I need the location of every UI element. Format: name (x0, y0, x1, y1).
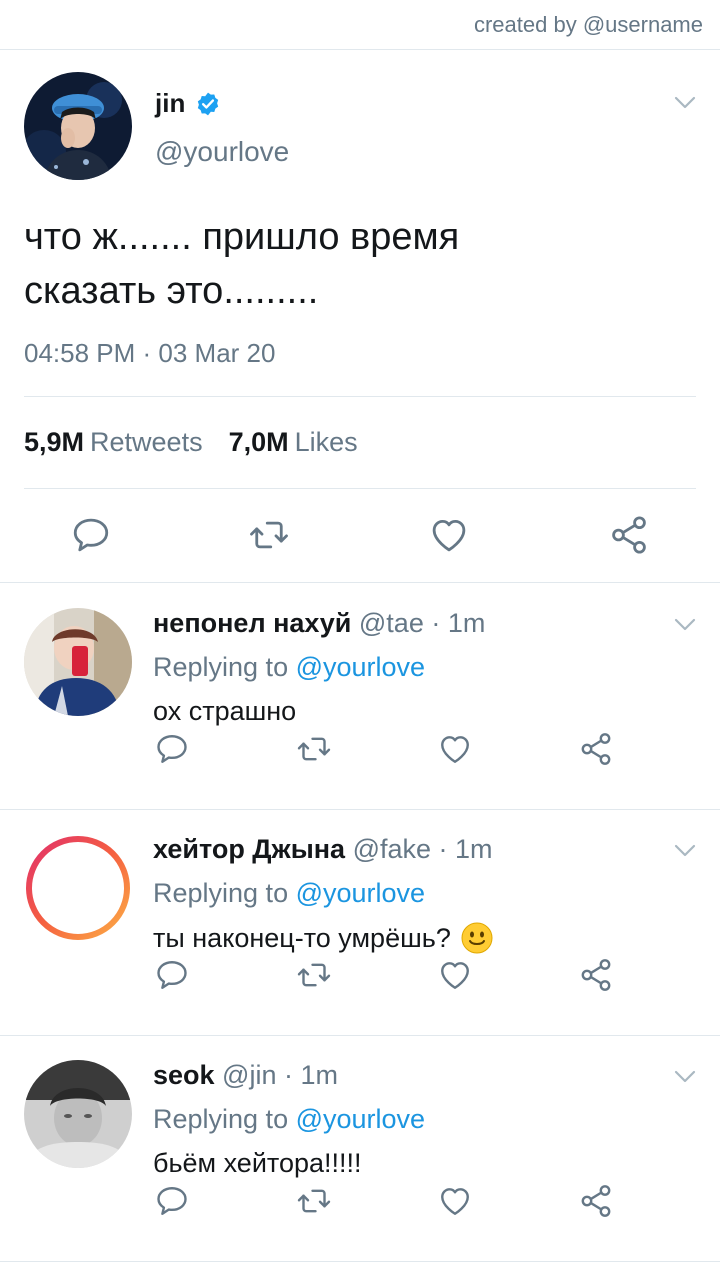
reply-tweet[interactable]: хейтор Джына @fake · 1m Replying to @you… (0, 810, 720, 1036)
tweet-actions (0, 512, 720, 562)
verified-badge-icon (198, 92, 219, 115)
reply-header: seok @jin · 1m (153, 1060, 338, 1091)
heart-icon[interactable] (437, 957, 473, 993)
divider (24, 488, 696, 489)
avatar[interactable] (24, 72, 132, 180)
replying-prefix: Replying to (153, 652, 296, 682)
reply-meta: @jin · 1m (214, 1060, 338, 1090)
reply-icon[interactable] (154, 957, 190, 993)
retweet-icon[interactable] (296, 1183, 332, 1219)
heart-icon[interactable] (437, 1183, 473, 1219)
top-bar: created by @username (0, 0, 720, 50)
reply-author-name[interactable]: непонел нахуй (153, 608, 351, 638)
tweet-timestamp[interactable]: 04:58 PM · 03 Mar 20 (24, 338, 275, 369)
avatar[interactable] (24, 1060, 132, 1168)
reply-meta: @fake · 1m (345, 834, 493, 864)
author-handle[interactable]: @yourlove (155, 136, 289, 168)
likes-count: 7,0M (228, 427, 289, 457)
tweet-text: что ж....... пришло время сказать это...… (24, 210, 684, 318)
retweets-label: Retweets (90, 427, 203, 457)
retweet-icon[interactable] (248, 514, 290, 556)
likes-label: Likes (294, 427, 358, 457)
mention-link[interactable]: @yourlove (296, 1104, 425, 1134)
smiley-emoji-icon (461, 922, 493, 954)
mention-link[interactable]: @yourlove (296, 652, 425, 682)
author-name[interactable]: jin (155, 88, 185, 119)
reply-icon[interactable] (154, 1183, 190, 1219)
reply-text: ох страшно (153, 696, 297, 726)
divider (24, 396, 696, 397)
share-icon[interactable] (578, 1183, 614, 1219)
avatar[interactable] (24, 834, 132, 942)
retweet-icon[interactable] (296, 957, 332, 993)
chevron-down-icon[interactable] (674, 96, 696, 110)
replying-prefix: Replying to (153, 878, 296, 908)
heart-icon[interactable] (428, 514, 470, 556)
reply-meta: @tae · 1m (351, 608, 486, 638)
share-icon[interactable] (578, 731, 614, 767)
reply-author-name[interactable]: seok (153, 1060, 215, 1090)
tweet-text-line: сказать это......... (24, 270, 319, 312)
reply-actions (0, 729, 720, 769)
replying-to: Replying to @yourlove (153, 652, 425, 683)
reply-text-row: ты наконец-то умрёшь? (153, 922, 493, 954)
reply-header: хейтор Джына @fake · 1m (153, 834, 493, 865)
mention-link[interactable]: @yourlove (296, 878, 425, 908)
reply-header: непонел нахуй @tae · 1m (153, 608, 485, 639)
tweet-text-line: что ж....... пришло время (24, 216, 460, 258)
share-icon[interactable] (608, 514, 650, 556)
tweet-stats: 5,9M Retweets 7,0M Likes (24, 427, 384, 458)
avatar[interactable] (24, 608, 132, 716)
reply-author-name[interactable]: хейтор Джына (153, 834, 345, 864)
replying-prefix: Replying to (153, 1104, 296, 1134)
reply-actions (0, 1181, 720, 1221)
chevron-down-icon[interactable] (674, 618, 696, 632)
reply-actions (0, 955, 720, 995)
replying-to: Replying to @yourlove (153, 878, 425, 909)
retweet-icon[interactable] (296, 731, 332, 767)
credit-text: created by @username (473, 12, 703, 37)
reply-tweet[interactable]: seok @jin · 1m Replying to @yourlove бьё… (0, 1036, 720, 1262)
reply-text: ты наконец-то умрёшь? (153, 922, 451, 953)
chevron-down-icon[interactable] (674, 1070, 696, 1084)
retweets-stat[interactable]: 5,9M Retweets (24, 427, 203, 458)
author-row: jin (155, 88, 221, 119)
likes-stat[interactable]: 7,0M Likes (229, 427, 358, 458)
chevron-down-icon[interactable] (674, 844, 696, 858)
reply-icon[interactable] (154, 731, 190, 767)
share-icon[interactable] (578, 957, 614, 993)
heart-icon[interactable] (437, 731, 473, 767)
main-tweet: jin @yourlove что ж....... пришло время … (0, 50, 720, 583)
reply-icon[interactable] (70, 514, 112, 556)
reply-text: бьём хейтора!!!!! (153, 1148, 362, 1178)
replying-to: Replying to @yourlove (153, 1104, 425, 1135)
reply-tweet[interactable]: непонел нахуй @tae · 1m Replying to @you… (0, 584, 720, 810)
retweets-count: 5,9M (24, 427, 85, 457)
